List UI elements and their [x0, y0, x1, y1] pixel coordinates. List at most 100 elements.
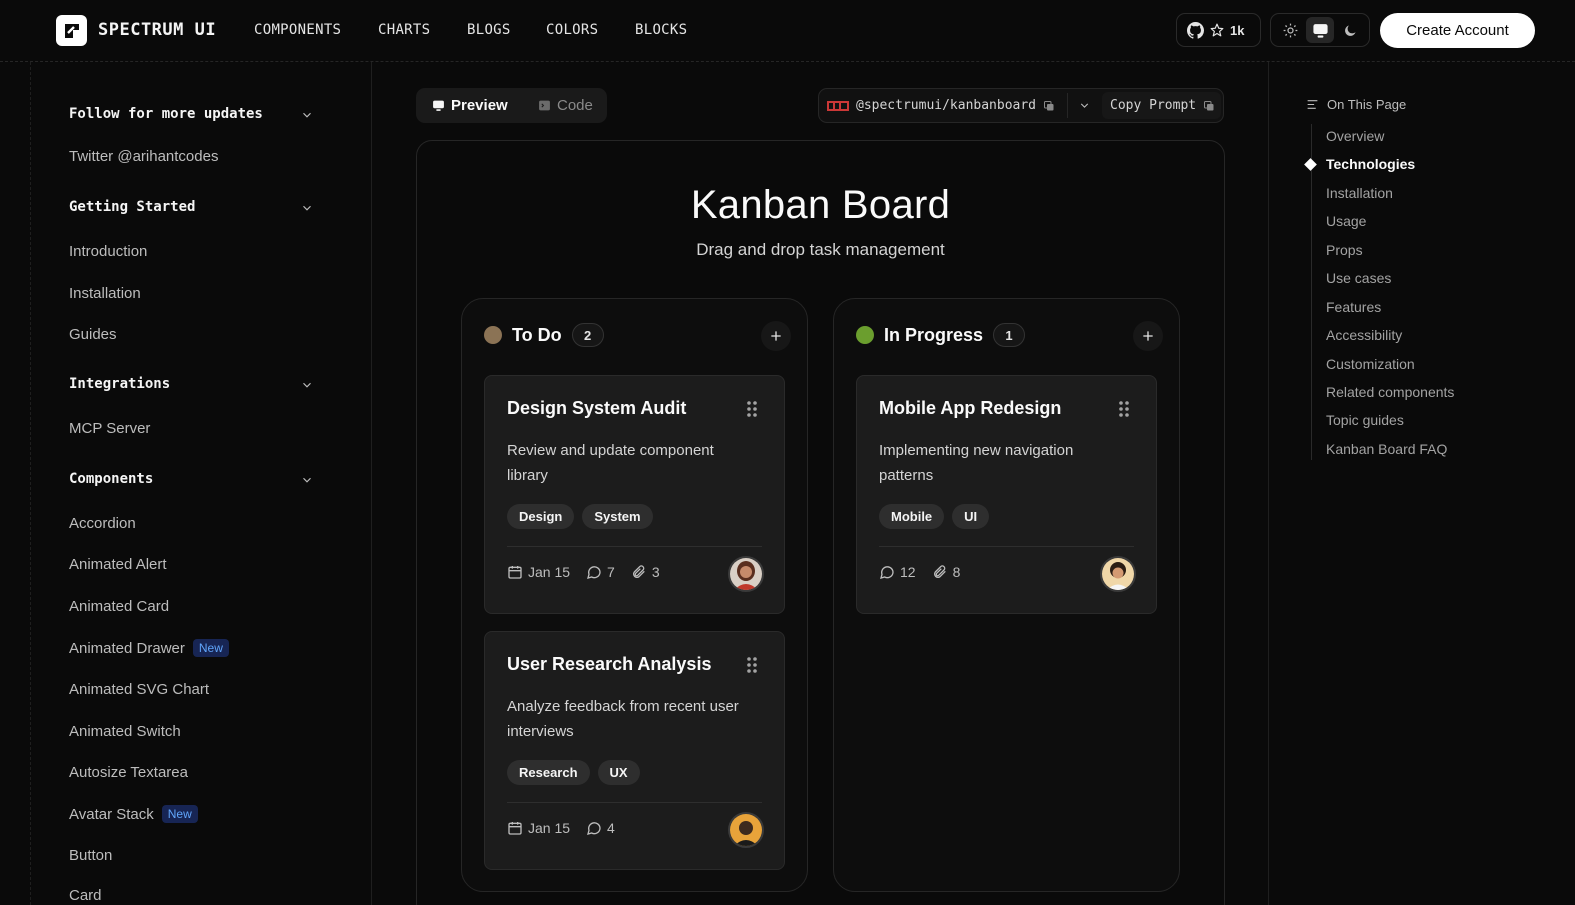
chevron-down-icon[interactable] [300, 108, 314, 122]
nav-charts[interactable]: CHARTS [378, 22, 430, 38]
sidebar-item-accordion[interactable]: Accordion [69, 515, 136, 532]
toc-item-use-cases[interactable]: Use cases [1326, 270, 1391, 286]
due-date-label: Jan 15 [528, 820, 571, 836]
list-icon [1307, 100, 1318, 109]
add-task-button[interactable] [1133, 321, 1163, 351]
task-title: User Research Analysis [507, 654, 712, 674]
comment-icon [880, 566, 894, 579]
task-tags: Mobile UI [879, 504, 990, 529]
toc-item-technologies[interactable]: Technologies [1326, 156, 1415, 172]
task-card[interactable]: Design System Audit Review and update co… [484, 375, 785, 614]
plus-icon [1143, 331, 1153, 341]
monitor-icon [1312, 23, 1328, 38]
sidebar-item-card[interactable]: Card [69, 887, 102, 904]
copy-icon [1044, 100, 1054, 110]
comment-count-label: 7 [607, 564, 615, 580]
column-status-dot [484, 326, 502, 344]
nav-components[interactable]: COMPONENTS [254, 22, 341, 38]
comment-count: 12 [879, 564, 916, 580]
avatar[interactable] [728, 812, 764, 848]
star-count: 1k [1230, 22, 1245, 38]
system-theme-button[interactable] [1306, 17, 1334, 43]
sidebar-item-animated-switch[interactable]: Animated Switch [69, 723, 181, 740]
sidebar-item-twitter[interactable]: Twitter @arihantcodes [69, 148, 218, 165]
toc-item-related-components[interactable]: Related components [1326, 384, 1454, 400]
sidebar-item-guides[interactable]: Guides [69, 326, 117, 343]
sidebar-section-integrations[interactable]: Integrations [69, 376, 170, 392]
terminal-icon [539, 100, 550, 111]
toc-item-overview[interactable]: Overview [1326, 128, 1384, 144]
dark-theme-button[interactable] [1336, 17, 1364, 43]
sidebar-item-autosize-textarea[interactable]: Autosize Textarea [69, 764, 188, 781]
create-account-button[interactable]: Create Account [1380, 13, 1535, 48]
add-task-button[interactable] [761, 321, 791, 351]
toc-item-props[interactable]: Props [1326, 242, 1363, 258]
sidebar-section-follow[interactable]: Follow for more updates [69, 106, 263, 122]
divider [879, 546, 1134, 547]
toc-active-indicator [1304, 158, 1317, 171]
copy-prompt-label: Copy Prompt [1110, 98, 1197, 113]
sidebar-section-components[interactable]: Components [69, 471, 153, 487]
package-manager-dropdown[interactable] [1068, 89, 1100, 122]
sidebar-item-button[interactable]: Button [69, 847, 112, 864]
calendar-icon [508, 566, 522, 579]
chevron-down-icon [1080, 103, 1088, 108]
sidebar-item-installation[interactable]: Installation [69, 285, 141, 302]
copy-icon [1204, 100, 1214, 110]
copy-prompt-button[interactable]: Copy Prompt [1102, 92, 1221, 119]
new-badge: New [192, 639, 229, 657]
toc-item-usage[interactable]: Usage [1326, 213, 1366, 229]
toc-item-customization[interactable]: Customization [1326, 356, 1415, 372]
attachment-count-label: 3 [651, 564, 660, 580]
sidebar-item-mcp-server[interactable]: MCP Server [69, 420, 150, 437]
column-header: In Progress 1 [856, 323, 1026, 347]
toc-item-topic-guides[interactable]: Topic guides [1326, 412, 1404, 428]
sidebar-item-animated-card[interactable]: Animated Card [69, 598, 169, 615]
nav-colors[interactable]: COLORS [546, 22, 598, 38]
logo-icon[interactable] [56, 15, 87, 46]
task-description: Review and update component library [507, 442, 714, 484]
sidebar-item-label: Animated Drawer [69, 640, 185, 657]
chevron-down-icon[interactable] [300, 473, 314, 487]
drag-handle-icon[interactable] [746, 656, 758, 674]
paperclip-icon [933, 565, 946, 578]
tab-code[interactable]: Code [538, 88, 593, 123]
column-status-dot [856, 326, 874, 344]
toc-item-installation[interactable]: Installation [1326, 185, 1393, 201]
column-title: To Do [512, 324, 562, 345]
avatar[interactable] [728, 556, 764, 592]
task-card[interactable]: Mobile App Redesign Implementing new nav… [856, 375, 1157, 614]
drag-handle-icon[interactable] [746, 400, 758, 418]
drag-handle-icon[interactable] [1118, 400, 1130, 418]
sidebar-item-avatar-stack[interactable]: Avatar Stack New [69, 805, 198, 823]
avatar[interactable] [1100, 556, 1136, 592]
light-theme-button[interactable] [1276, 17, 1304, 43]
toc-item-accessibility[interactable]: Accessibility [1326, 327, 1402, 343]
theme-toggle-group [1270, 13, 1370, 47]
tag: UI [952, 504, 990, 529]
toc-item-features[interactable]: Features [1326, 299, 1381, 315]
paperclip-icon [632, 565, 645, 578]
top-navbar: SPECTRUM UI COMPONENTS CHARTS BLOGS COLO… [0, 0, 1575, 62]
brand-name[interactable]: SPECTRUM UI [98, 20, 216, 40]
toc-heading: On This Page [1306, 97, 1406, 112]
tag: UX [597, 760, 640, 785]
toc-item-faq[interactable]: Kanban Board FAQ [1326, 441, 1447, 457]
attachment-count: 3 [631, 564, 660, 580]
sidebar-item-animated-alert[interactable]: Animated Alert [69, 556, 167, 573]
tag: System [582, 504, 653, 529]
toc-heading-label: On This Page [1327, 97, 1407, 112]
task-tags: Design System [507, 504, 653, 529]
nav-blogs[interactable]: BLOGS [467, 22, 511, 38]
task-card[interactable]: User Research Analysis Analyze feedback … [484, 631, 785, 870]
github-stars-button[interactable]: 1k [1176, 13, 1261, 47]
tab-preview[interactable]: Preview [432, 88, 508, 123]
task-meta: Jan 15 4 [507, 820, 615, 836]
package-install-button[interactable]: @spectrumui/kanbanboard [827, 89, 1055, 122]
sidebar-item-animated-drawer[interactable]: Animated Drawer New [69, 639, 229, 657]
nav-blocks[interactable]: BLOCKS [635, 22, 687, 38]
sidebar-item-label: Avatar Stack [69, 806, 154, 823]
sidebar-item-animated-svg-chart[interactable]: Animated SVG Chart [69, 681, 209, 698]
chevron-down-icon[interactable] [300, 378, 314, 392]
npm-icon [827, 100, 849, 111]
